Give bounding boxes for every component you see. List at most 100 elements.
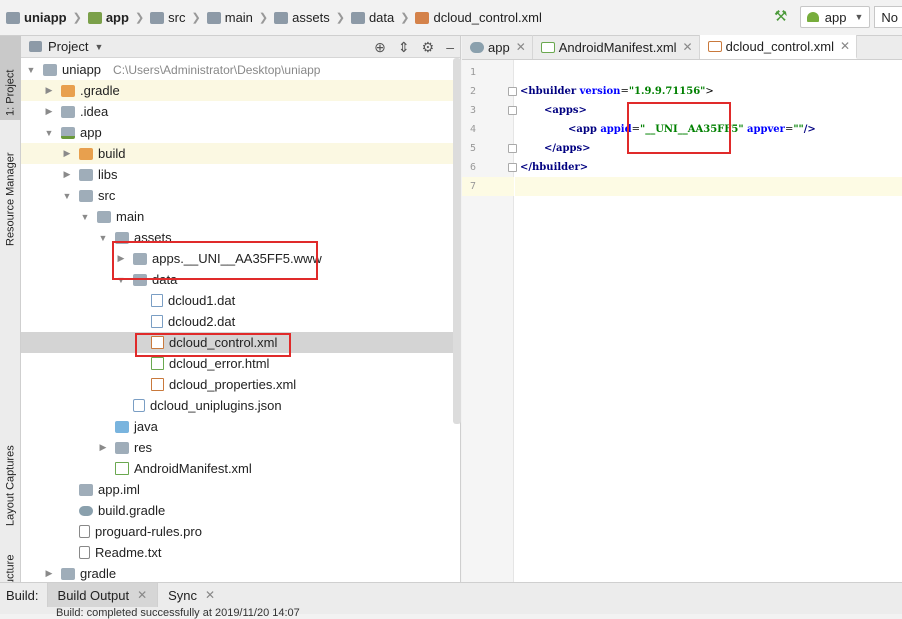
fold-marker-icon[interactable] (508, 106, 517, 115)
close-icon[interactable]: ✕ (205, 588, 215, 602)
tree-row-assets[interactable]: ▼ assets (21, 227, 461, 248)
expand-arrow-icon[interactable]: ▼ (97, 233, 109, 243)
breadcrumb-main[interactable]: main (225, 10, 253, 25)
collapse-all-icon[interactable]: ⇕ (398, 39, 410, 56)
tree-row-gradle[interactable]: ▶ gradle (21, 563, 461, 584)
tree-row-apps-www[interactable]: ▶ apps.__UNI__AA35FF5.www (21, 248, 461, 269)
json-file-icon (133, 399, 145, 412)
tree-row-dcloud1[interactable]: dcloud1.dat (21, 290, 461, 311)
close-icon[interactable]: ✕ (683, 40, 693, 54)
tool-tab-project[interactable]: 1: Project (0, 36, 21, 120)
tool-tab-resource-manager[interactable]: Resource Manager (0, 126, 21, 250)
folder-icon (206, 11, 221, 24)
tree-row-dcloud-control[interactable]: dcloud_control.xml (21, 332, 461, 353)
device-select[interactable]: No (874, 6, 902, 28)
tree-label: res (134, 440, 153, 455)
project-panel-header: Project ▼ ⊕ ⇕ ⚙ – (21, 36, 460, 58)
run-config-select[interactable]: app ▼ (799, 6, 871, 28)
tab-build-output[interactable]: Build Output ✕ (46, 583, 158, 607)
hammer-icon[interactable]: ⚒ (772, 8, 790, 26)
code-line-2[interactable]: <hbuilder version="1.9.9.71156"> (520, 86, 714, 97)
collapse-arrow-icon[interactable]: ▶ (97, 442, 109, 453)
tree-row-java[interactable]: java (21, 416, 461, 437)
tree-row-gradle-dir[interactable]: ▶ .gradle (21, 80, 461, 101)
tab-label: AndroidManifest.xml (558, 39, 677, 55)
tree-row-libs[interactable]: ▶ libs (21, 164, 461, 185)
tree-row-res[interactable]: ▶ res (21, 437, 461, 458)
tree-row-dcloud2[interactable]: dcloud2.dat (21, 311, 461, 332)
tree-row-build[interactable]: ▶ build (21, 143, 461, 164)
close-icon[interactable]: ✕ (840, 39, 850, 53)
breadcrumb-assets[interactable]: assets (292, 10, 330, 25)
tree-row-dcloud-uniplugins[interactable]: dcloud_uniplugins.json (21, 395, 461, 416)
tab-app[interactable]: app ✕ (462, 35, 533, 59)
project-tree: ▼ uniapp C:\Users\Administrator\Desktop\… (21, 58, 461, 582)
unknown-file-icon (151, 315, 163, 328)
tree-row-build-gradle[interactable]: build.gradle (21, 500, 461, 521)
chevron-right-icon: ❯ (258, 12, 269, 24)
tab-sync[interactable]: Sync ✕ (157, 583, 225, 607)
xml-attr: version (579, 86, 621, 97)
fold-marker-icon[interactable] (508, 87, 517, 96)
tool-tab-layout-captures[interactable]: Layout Captures (0, 422, 21, 530)
chevron-down-icon[interactable]: ▼ (94, 42, 103, 52)
code-line-5[interactable]: </apps> (544, 143, 591, 154)
chevron-down-icon: ▼ (854, 12, 864, 22)
build-label: Build: (6, 587, 39, 603)
collapse-arrow-icon[interactable]: ▶ (61, 148, 73, 159)
tab-dcloud-control[interactable]: dcloud_control.xml ✕ (699, 35, 858, 59)
tree-row-proguard[interactable]: proguard-rules.pro (21, 521, 461, 542)
tree-label: assets (134, 230, 172, 245)
fold-marker-icon[interactable] (508, 144, 517, 153)
device-label: No (881, 9, 898, 25)
fold-marker-icon[interactable] (508, 163, 517, 172)
tree-row-data[interactable]: ▼ data (21, 269, 461, 290)
locate-icon[interactable]: ⊕ (374, 39, 386, 56)
breadcrumb-app[interactable]: app (106, 10, 129, 25)
line-number: 2 (469, 86, 476, 97)
tree-row-uniapp[interactable]: ▼ uniapp C:\Users\Administrator\Desktop\… (21, 59, 461, 80)
current-line-highlight (515, 177, 902, 196)
tree-row-idea[interactable]: ▶ .idea (21, 101, 461, 122)
close-icon[interactable]: ✕ (137, 588, 147, 602)
expand-arrow-icon[interactable]: ▼ (25, 65, 37, 75)
project-view-select[interactable]: Project (48, 39, 88, 54)
breadcrumb-uniapp[interactable]: uniapp (24, 10, 67, 25)
breadcrumb-src[interactable]: src (168, 10, 185, 25)
breadcrumb-data[interactable]: data (369, 10, 394, 25)
tree-row-dcloud-properties[interactable]: dcloud_properties.xml (21, 374, 461, 395)
close-icon[interactable]: ✕ (516, 40, 526, 54)
chevron-right-icon: ❯ (335, 12, 345, 24)
expand-arrow-icon[interactable]: ▼ (43, 128, 55, 138)
tree-row-dcloud-error[interactable]: dcloud_error.html (21, 353, 461, 374)
tab-android-manifest[interactable]: AndroidManifest.xml ✕ (533, 35, 700, 59)
collapse-arrow-icon[interactable]: ▶ (43, 85, 55, 96)
collapse-arrow-icon[interactable]: ▶ (43, 568, 55, 579)
tree-row-src[interactable]: ▼ src (21, 185, 461, 206)
navigation-bar: uniapp ❯ app ❯ src ❯ main ❯ assets ❯ dat… (0, 0, 902, 36)
xml-file-icon (707, 40, 722, 52)
tree-row-manifest[interactable]: AndroidManifest.xml (21, 458, 461, 479)
xml-tag: <hbuilder (520, 86, 577, 97)
expand-arrow-icon[interactable]: ▼ (115, 275, 127, 285)
tree-row-main[interactable]: ▼ main (21, 206, 461, 227)
gear-icon[interactable]: ⚙ (422, 39, 435, 56)
project-scrollbar[interactable] (453, 58, 461, 424)
breadcrumb-file[interactable]: dcloud_control.xml (433, 10, 541, 25)
folder-icon (61, 84, 75, 97)
tree-row-app[interactable]: ▼ app (21, 122, 461, 143)
line-number: 1 (469, 67, 476, 78)
collapse-arrow-icon[interactable]: ▶ (43, 106, 55, 117)
expand-arrow-icon[interactable]: ▼ (79, 212, 91, 222)
editor-area: app ✕ AndroidManifest.xml ✕ dcloud_contr… (462, 35, 902, 582)
tree-row-readme[interactable]: Readme.txt (21, 542, 461, 563)
tree-row-app-iml[interactable]: app.iml (21, 479, 461, 500)
folder-icon (61, 567, 75, 580)
code-line-3[interactable]: <apps> (544, 105, 587, 116)
code-line-4[interactable]: <app appid="__UNI__AA35FF5" appver=""/> (568, 124, 816, 135)
expand-arrow-icon[interactable]: ▼ (61, 191, 73, 201)
collapse-arrow-icon[interactable]: ▶ (115, 253, 127, 264)
hide-icon[interactable]: – (446, 39, 454, 55)
collapse-arrow-icon[interactable]: ▶ (61, 169, 73, 180)
code-line-6[interactable]: </hbuilder> (520, 162, 588, 173)
